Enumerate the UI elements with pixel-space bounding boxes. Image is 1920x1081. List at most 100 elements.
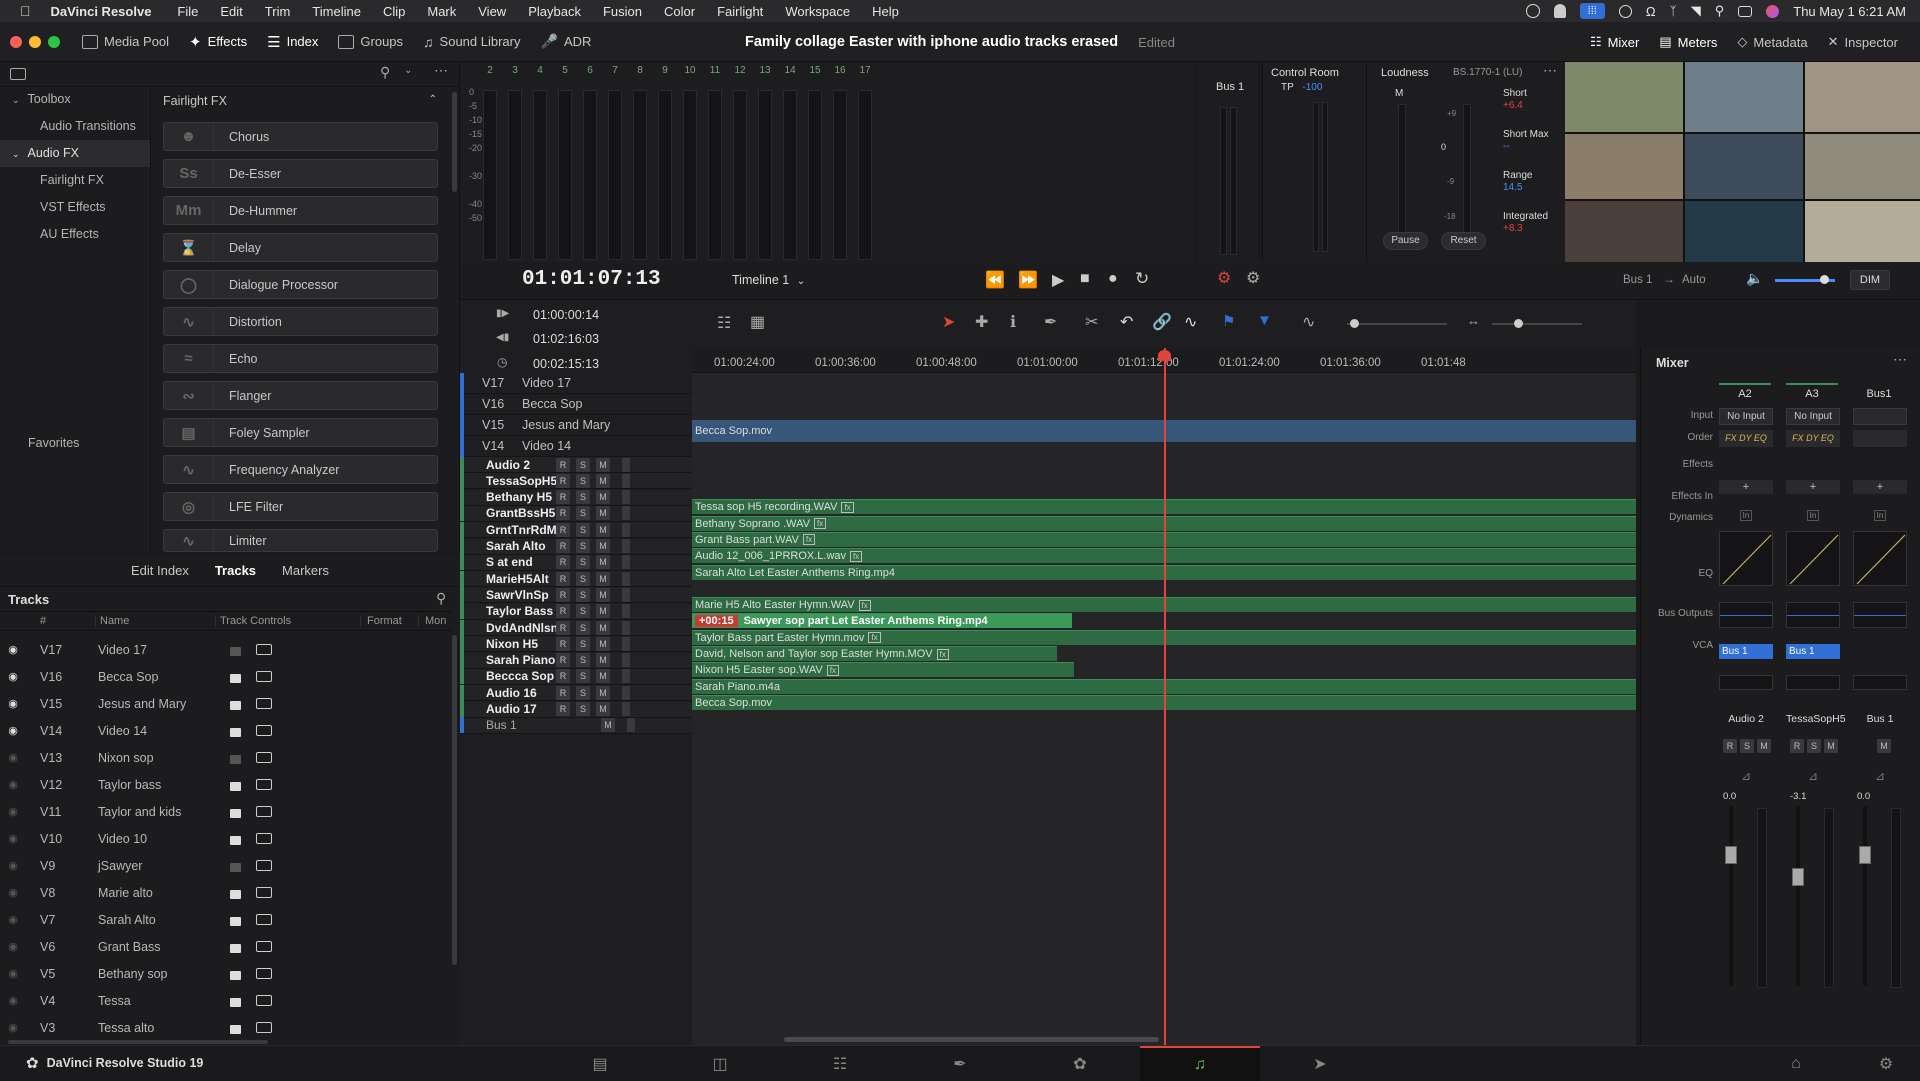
track-more-button[interactable] — [622, 571, 630, 586]
audio-clip[interactable]: Nixon H5 Easter sop.WAV fx — [692, 662, 1074, 678]
audio-track-header[interactable]: DvdAndNlsn RS M — [460, 619, 692, 636]
menu-edit[interactable]: Edit — [220, 4, 242, 19]
record-arm-button[interactable]: R — [556, 555, 570, 570]
tree-audio-transitions[interactable]: Audio Transitions — [0, 113, 150, 140]
groups-button[interactable]: Groups — [328, 22, 413, 62]
fusion-page-icon[interactable]: ✒ — [900, 1046, 1020, 1081]
fx-flanger[interactable]: ∾ Flanger — [163, 381, 438, 410]
effects-button[interactable]: ✦ Effects — [179, 22, 257, 62]
track-format-icon[interactable] — [256, 914, 272, 925]
solo-button[interactable]: S — [576, 555, 590, 570]
search-icon[interactable]: ⚲ — [380, 64, 390, 81]
loudness-menu-icon[interactable]: ⋯ — [1543, 62, 1557, 79]
grid-icon[interactable]: ▦ — [750, 312, 765, 332]
dim-button[interactable]: DIM — [1850, 270, 1890, 290]
lock-icon[interactable] — [230, 916, 241, 926]
fx-foley-sampler[interactable]: ▤ Foley Sampler — [163, 418, 438, 447]
reset-button[interactable]: Reset — [1441, 232, 1486, 250]
vca-selector[interactable] — [1719, 675, 1773, 690]
record-arm-button[interactable]: R — [556, 702, 570, 716]
audio-track-header[interactable]: SawrVlnSp RS M — [460, 586, 692, 604]
record-arm-button[interactable]: R — [556, 539, 570, 553]
range-select-icon[interactable]: ✚ — [975, 312, 988, 332]
fader-knob[interactable] — [1725, 846, 1737, 864]
waveform-zoom-icon[interactable]: ∿ — [1302, 312, 1315, 332]
track-format-icon[interactable] — [256, 806, 272, 817]
menu-mark[interactable]: Mark — [427, 4, 456, 19]
audio-track-header[interactable]: Sarah Piano RS M — [460, 652, 692, 669]
record-arm-button[interactable]: R — [556, 653, 570, 668]
mute-button[interactable]: M — [1757, 739, 1771, 753]
timeline-selector[interactable]: Timeline 1 ⌄ — [732, 273, 805, 287]
track-format-icon[interactable] — [256, 941, 272, 952]
record-arm-button[interactable]: R — [556, 473, 570, 488]
mixer-col-a3[interactable]: A3 — [1786, 383, 1838, 400]
menu-trim[interactable]: Trim — [265, 4, 291, 19]
vertical-zoom-knob[interactable] — [1350, 319, 1359, 328]
wifi-icon[interactable]: ◥ — [1691, 3, 1701, 19]
fairlight-page-icon[interactable]: ♫ — [1140, 1046, 1260, 1081]
track-more-button[interactable] — [622, 669, 630, 684]
fader-knob[interactable] — [1859, 846, 1871, 864]
tree-fairlight-fx[interactable]: Fairlight FX — [0, 167, 150, 194]
lock-icon[interactable] — [230, 700, 241, 710]
solo-button[interactable]: S — [1740, 739, 1754, 753]
solo-button[interactable]: S — [576, 490, 590, 505]
mute-button[interactable]: M — [596, 702, 610, 716]
solo-button[interactable]: S — [576, 522, 590, 537]
track-format-icon[interactable] — [256, 644, 272, 655]
track-more-button[interactable] — [622, 473, 630, 488]
timeline-scrollbar[interactable] — [784, 1037, 1159, 1042]
track-format-icon[interactable] — [256, 725, 272, 736]
status-icon[interactable] — [1525, 4, 1540, 18]
add-effect-button[interactable]: + — [1719, 480, 1773, 494]
pointer-tool-icon[interactable]: ➤ — [942, 312, 955, 332]
audio-track-header[interactable]: Bethany H5 RS M — [460, 489, 692, 506]
playhead[interactable] — [1164, 348, 1166, 1045]
auto-label[interactable]: Auto — [1682, 274, 1706, 286]
adr-button[interactable]: 🎤 ADR — [531, 22, 602, 62]
fx-chorus[interactable]: ☻ Chorus — [163, 122, 438, 151]
chevron-down-icon[interactable]: ⌄ — [404, 65, 412, 76]
mute-button[interactable]: M — [596, 587, 610, 602]
record-arm-button[interactable]: R — [556, 457, 570, 472]
track-row[interactable]: ◉ V8 Marie alto — [0, 879, 450, 906]
track-more-button[interactable] — [622, 620, 630, 635]
eye-icon[interactable]: ◉ — [0, 967, 26, 980]
track-format-icon[interactable] — [256, 752, 272, 763]
bus-output-selector[interactable]: Bus 1 — [1719, 644, 1773, 659]
audio-track-header[interactable]: GrntTnrRdM RS M — [460, 521, 692, 539]
tree-vst-effects[interactable]: VST Effects — [0, 194, 150, 221]
tracks-scrollbar[interactable] — [452, 635, 457, 965]
track-row[interactable]: ◉ V16 Becca Sop — [0, 663, 450, 690]
track-more-button[interactable] — [622, 653, 630, 668]
solo-button[interactable]: S — [576, 653, 590, 668]
pan-control[interactable]: ⊿ — [1853, 769, 1907, 785]
audio-wave-icon[interactable]: ⁞⁞⁞ — [1579, 3, 1605, 19]
solo-button[interactable]: S — [576, 506, 590, 521]
razor-icon[interactable]: ✂ — [1085, 312, 1098, 332]
bus-output-label[interactable]: Bus 1 — [1623, 274, 1652, 286]
solo-button[interactable]: S — [576, 587, 590, 602]
lock-icon[interactable] — [230, 808, 241, 818]
pan-control[interactable]: ⊿ — [1719, 769, 1773, 785]
menu-view[interactable]: View — [478, 4, 506, 19]
out-timecode[interactable]: 01:02:16:03 — [533, 332, 599, 346]
menu-help[interactable]: Help — [872, 4, 899, 19]
fader-track[interactable] — [1863, 806, 1867, 986]
solo-button[interactable]: S — [576, 457, 590, 472]
mute-button[interactable]: M — [596, 604, 610, 619]
add-effect-button[interactable]: + — [1786, 480, 1840, 494]
track-more-button[interactable] — [622, 685, 630, 700]
fader-knob[interactable] — [1792, 868, 1804, 886]
track-more-button[interactable] — [622, 555, 630, 570]
menu-clip[interactable]: Clip — [383, 4, 405, 19]
tab-edit-index[interactable]: Edit Index — [131, 563, 189, 578]
mute-button[interactable]: M — [596, 539, 610, 553]
track-format-icon[interactable] — [256, 671, 272, 682]
sidebar-toggle-icon[interactable] — [10, 68, 26, 80]
automation-icon[interactable]: ⚙ — [1217, 268, 1231, 288]
track-more-button[interactable] — [622, 490, 630, 505]
rewind-button[interactable]: ⏪ — [985, 270, 1005, 290]
lock-icon[interactable] — [230, 727, 241, 737]
